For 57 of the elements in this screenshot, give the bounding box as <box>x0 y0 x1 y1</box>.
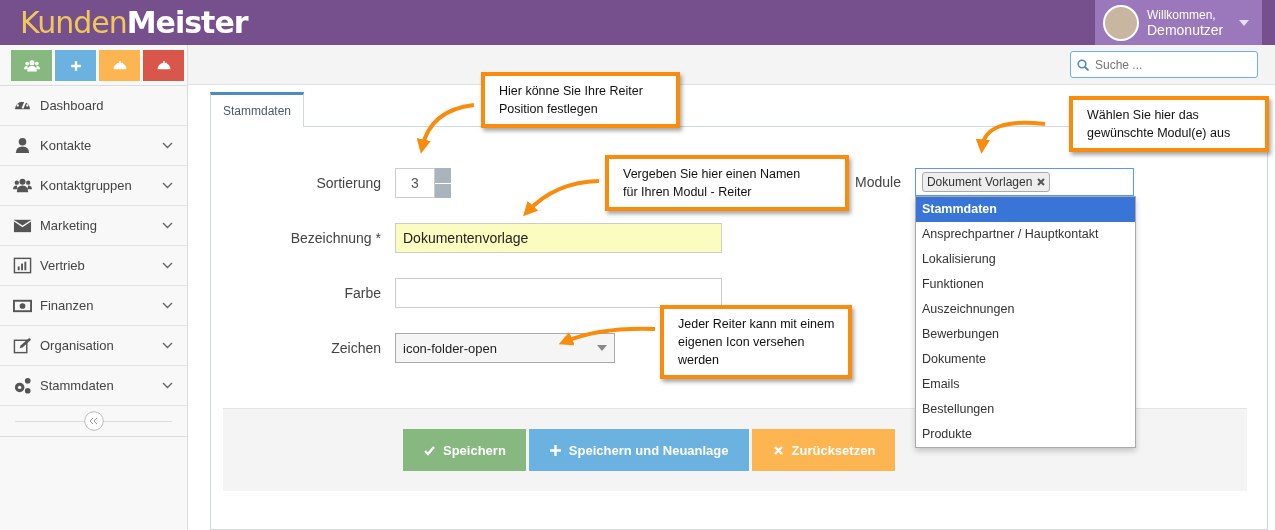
app-logo: KundenMeister <box>19 4 248 42</box>
dropdown-option[interactable]: Funktionen <box>915 272 1135 297</box>
remove-icon[interactable] <box>1037 178 1046 186</box>
dropdown-option[interactable]: Bestellungen <box>915 397 1135 422</box>
text-input[interactable]: Dokumentenvorlage <box>395 223 722 253</box>
avatar-placeholder <box>1103 4 1139 41</box>
dropdown-option[interactable]: Lokalisierung <box>915 247 1135 272</box>
caret-icon <box>597 345 607 351</box>
gears-icon <box>13 376 32 395</box>
collapse-button[interactable] <box>83 411 104 431</box>
sidebar-item[interactable]: Finanzen <box>0 286 187 326</box>
dropdown-option[interactable]: Ansprechpartner / Hauptkontakt <box>915 222 1135 247</box>
x-icon <box>771 443 785 457</box>
sidebar-item[interactable]: Organisation <box>0 326 187 366</box>
shortcut-button[interactable] <box>11 50 52 81</box>
annotation-callout: Jeder Reiter kann mit einem eigenen Icon versehen werden <box>660 305 852 379</box>
plus-icon <box>548 443 562 457</box>
sidebar-item[interactable]: Stammdaten <box>0 366 187 406</box>
search-field[interactable]: Suche ... <box>1070 51 1258 78</box>
field-label: Bezeichnung * <box>289 230 381 246</box>
sidebar-item[interactable]: Vertrieb <box>0 246 187 286</box>
number-input[interactable]: 3 <box>395 168 435 198</box>
sidebar-item[interactable]: Dashboard <box>0 86 187 126</box>
shortcut-button[interactable] <box>143 50 184 81</box>
field-label: Farbe <box>343 285 381 301</box>
spinner-arrows[interactable] <box>435 168 451 198</box>
group-icon <box>23 57 40 74</box>
sidebar-item[interactable]: Kontaktgruppen <box>0 166 187 206</box>
annotation-callout: Wählen Sie hier das gewünschte Modul(e) aus <box>1069 96 1269 152</box>
tab[interactable]: Stammdaten <box>210 92 305 127</box>
dropdown-option[interactable]: Bewerbungen <box>915 322 1135 347</box>
caret-icon <box>1239 19 1250 26</box>
dropdown-option[interactable]: Dokumente <box>915 347 1135 372</box>
user-menu[interactable]: Willkommen, Demonutzer <box>1095 0 1262 45</box>
dropdown-option[interactable]: Emails <box>915 372 1135 397</box>
field-label: Module <box>855 173 901 192</box>
search-icon <box>1077 59 1089 71</box>
user-icon <box>13 136 32 155</box>
dropdown-option[interactable]: Auszeichnungen <box>915 297 1135 322</box>
shortcut-button[interactable] <box>99 50 140 81</box>
dropdown-option[interactable]: Produkte <box>915 422 1135 447</box>
annotation-callout: Vergeben Sie hier einen Namen für Ihren Modul - Reiter <box>605 155 849 211</box>
annotation-callout: Hier könne Sie Ihre Reiter Position festlegen <box>481 72 680 128</box>
selected-tag: Dokument Vorlagen <box>921 172 1051 192</box>
shortcut-button[interactable] <box>55 50 96 81</box>
text-input[interactable] <box>395 278 722 308</box>
group-icon <box>13 176 32 195</box>
sidebar-item[interactable]: Marketing <box>0 206 187 246</box>
edit-icon <box>13 336 32 355</box>
callout-arrow <box>976 120 1046 154</box>
callout-arrow <box>417 103 475 154</box>
field-label: Sortierung <box>315 175 381 191</box>
icon-select[interactable]: icon-folder-open <box>395 333 615 363</box>
chart-icon <box>13 256 32 275</box>
sidebar-item[interactable]: Kontakte <box>0 126 187 166</box>
dropdown-option[interactable]: Stammdaten <box>915 197 1135 222</box>
field-label: Zeichen <box>330 340 381 356</box>
